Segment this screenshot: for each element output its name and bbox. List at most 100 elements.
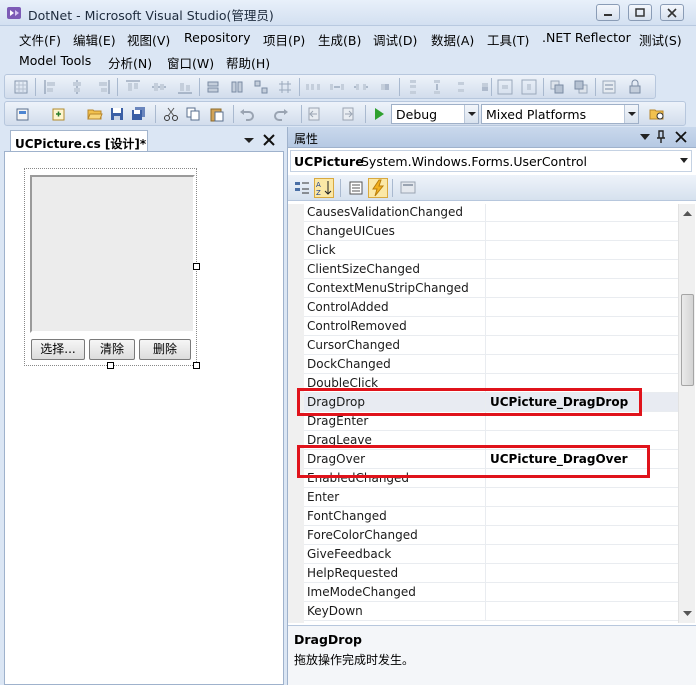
new-project-icon[interactable] [15,106,31,122]
resize-handle-bottom[interactable] [107,362,114,369]
bring-to-front-icon[interactable] [549,79,565,95]
align-bottom-icon[interactable] [177,79,193,95]
menu-reflector[interactable]: .NET Reflector [539,29,634,46]
alphabetical-button[interactable]: AZ [314,178,334,198]
align-right-icon[interactable] [95,79,111,95]
menu-data[interactable]: 数据(A) [428,29,477,50]
property-pages-button[interactable] [398,178,418,198]
tab-ucpicture-designer[interactable]: UCPicture.cs [设计]* [10,130,148,152]
event-row-changeuicues[interactable]: ChangeUICues [304,222,678,241]
events-button[interactable] [368,178,388,198]
paste-icon[interactable] [209,106,225,122]
navigate-backward-icon[interactable] [307,106,323,122]
align-grid-icon[interactable] [13,79,29,95]
vspace-increase-icon[interactable] [429,79,445,95]
menu-view[interactable]: 视图(V) [124,29,173,50]
menu-edit[interactable]: 编辑(E) [70,29,119,50]
event-row-imemodechanged[interactable]: ImeModeChanged [304,583,678,602]
properties-button[interactable] [346,178,366,198]
object-selector[interactable]: UCPicture System.Windows.Forms.UserContr… [290,150,692,172]
tab-order-icon[interactable] [601,79,617,95]
scroll-down-icon[interactable] [680,606,695,621]
cut-icon[interactable] [163,106,179,122]
hspace-increase-icon[interactable] [329,79,345,95]
size-to-grid-icon[interactable] [277,79,293,95]
save-icon[interactable] [109,106,125,122]
add-item-icon[interactable] [51,106,67,122]
resize-handle-corner[interactable] [193,362,200,369]
panel-dropdown-icon[interactable] [640,133,650,141]
menu-debug[interactable]: 调试(D) [370,29,420,50]
find-in-files-icon[interactable] [649,106,665,122]
panel-close-icon[interactable] [675,131,687,143]
menu-help[interactable]: 帮助(H) [223,52,273,73]
scroll-thumb[interactable] [681,294,694,386]
copy-icon[interactable] [185,106,201,122]
doc-close-icon[interactable] [262,133,276,147]
menu-analyze[interactable]: 分析(N) [105,52,155,73]
align-top-icon[interactable] [125,79,141,95]
maximize-button[interactable] [628,4,652,21]
menu-model-tools[interactable]: Model Tools [16,52,94,69]
same-width-icon[interactable] [205,79,221,95]
event-row-click[interactable]: Click [304,241,678,260]
hspace-equal-icon[interactable] [305,79,321,95]
event-name: KeyDown [307,604,363,618]
select-button[interactable]: 选择... [31,339,85,360]
event-row-forecolorchanged[interactable]: ForeColorChanged [304,526,678,545]
redo-icon[interactable] [273,106,289,122]
event-row-controladded[interactable]: ControlAdded [304,298,678,317]
same-height-icon[interactable] [229,79,245,95]
save-all-icon[interactable] [131,106,147,122]
navigate-forward-icon[interactable] [339,106,355,122]
event-row-contextmenustripchanged[interactable]: ContextMenuStripChanged [304,279,678,298]
menu-tools[interactable]: 工具(T) [484,29,532,50]
event-row-givefeedback[interactable]: GiveFeedback [304,545,678,564]
categorized-button[interactable] [292,178,312,198]
pin-icon[interactable] [656,130,666,144]
doc-dropdown-icon[interactable] [242,133,256,147]
event-row-clientsizechanged[interactable]: ClientSizeChanged [304,260,678,279]
highlight-dragover [297,445,650,478]
solution-platform-dropdown[interactable]: Mixed Platforms [481,104,639,124]
event-row-fontchanged[interactable]: FontChanged [304,507,678,526]
object-type: System.Windows.Forms.UserControl [361,154,588,169]
menu-repository[interactable]: Repository [181,29,253,46]
vspace-equal-icon[interactable] [405,79,421,95]
start-debugging-icon[interactable] [371,106,387,122]
close-button[interactable] [660,4,684,21]
hspace-decrease-icon[interactable] [353,79,369,95]
undo-icon[interactable] [239,106,255,122]
resize-handle-right[interactable] [193,263,200,270]
event-row-helprequested[interactable]: HelpRequested [304,564,678,583]
scroll-up-icon[interactable] [680,206,695,221]
same-size-icon[interactable] [253,79,269,95]
event-row-keydown[interactable]: KeyDown [304,602,678,621]
menu-build[interactable]: 生成(B) [315,29,364,50]
event-row-dockchanged[interactable]: DockChanged [304,355,678,374]
open-file-icon[interactable] [87,106,103,122]
event-row-controlremoved[interactable]: ControlRemoved [304,317,678,336]
menu-file[interactable]: 文件(F) [16,29,64,50]
event-row-cursorchanged[interactable]: CursorChanged [304,336,678,355]
picture-box[interactable] [30,175,195,333]
clear-button[interactable]: 清除 [89,339,135,360]
align-middle-icon[interactable] [151,79,167,95]
event-row-enter[interactable]: Enter [304,488,678,507]
lock-controls-icon[interactable] [627,79,643,95]
hspace-remove-icon[interactable] [377,79,393,95]
menu-project[interactable]: 项目(P) [260,29,308,50]
send-to-back-icon[interactable] [573,79,589,95]
align-center-icon[interactable] [69,79,85,95]
menu-test[interactable]: 测试(S) [636,29,685,50]
align-left-icon[interactable] [43,79,59,95]
event-row-causesvalidationchanged[interactable]: CausesValidationChanged [304,204,678,222]
center-vertically-icon[interactable] [521,79,537,95]
delete-button[interactable]: 删除 [139,339,191,360]
menu-window[interactable]: 窗口(W) [164,52,217,73]
events-scrollbar[interactable] [678,204,695,623]
minimize-button[interactable] [596,4,620,21]
vspace-decrease-icon[interactable] [453,79,469,95]
solution-config-dropdown[interactable]: Debug [391,104,479,124]
center-horizontally-icon[interactable] [497,79,513,95]
